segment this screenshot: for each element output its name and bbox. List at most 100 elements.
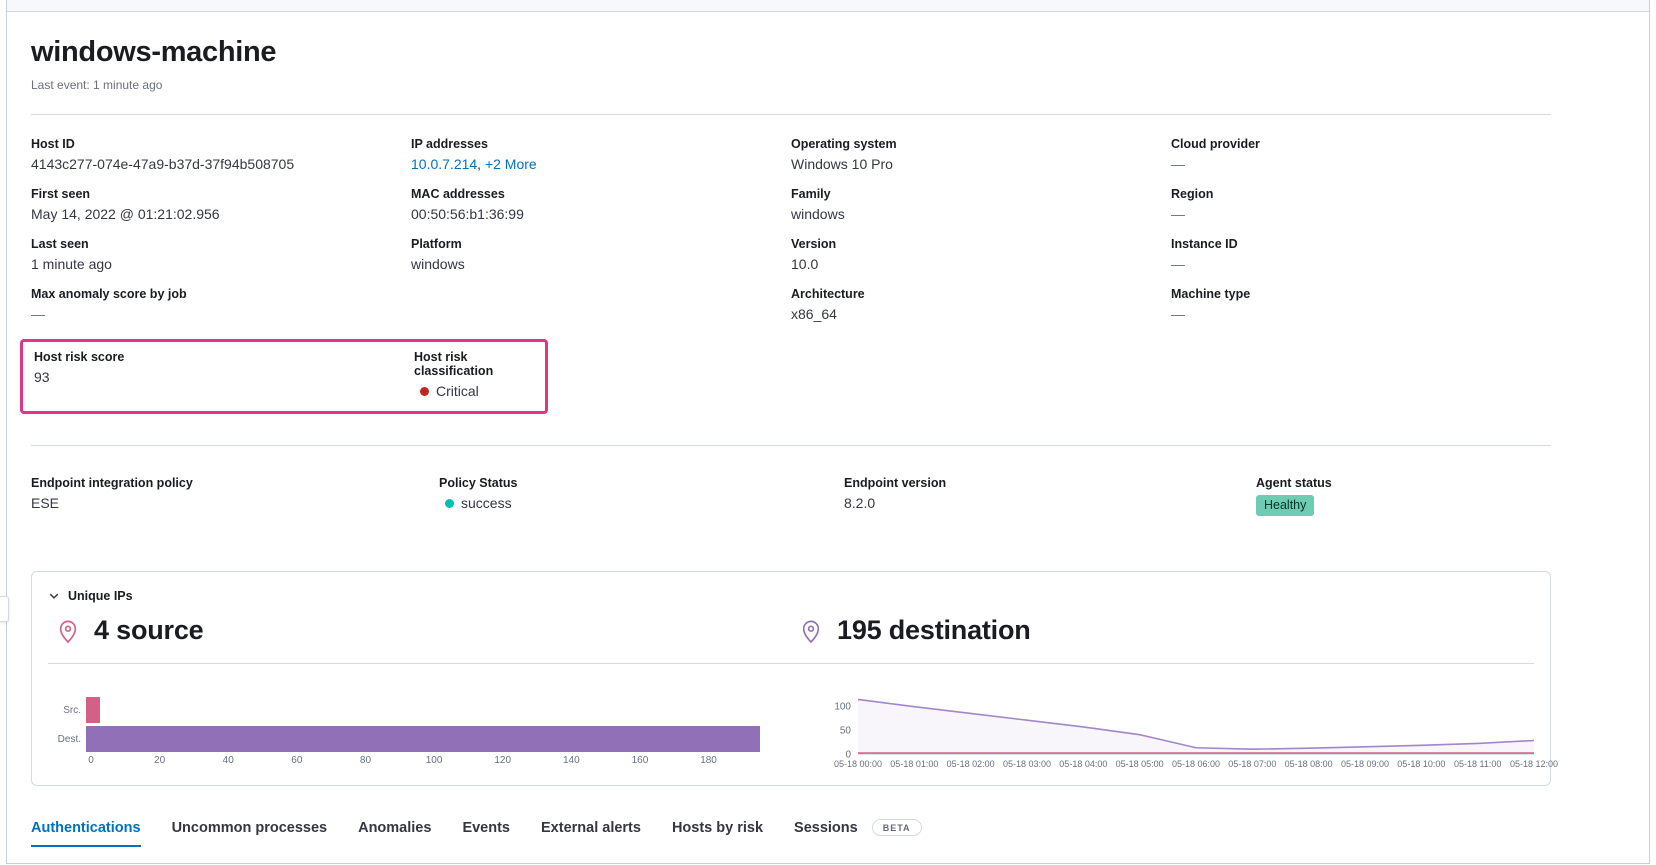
field-label: Host risk score [34, 350, 414, 364]
field-value: — [1171, 306, 1551, 322]
field-value: — [1171, 256, 1551, 272]
y-axis-tick: 100 [834, 701, 851, 712]
endpoint-version-value: 8.2.0 [844, 495, 1256, 511]
overview-field: MAC addresses00:50:56:b1:36:99 [411, 187, 791, 222]
x-axis-tick: 40 [223, 755, 234, 766]
section-title: Unique IPs [68, 589, 133, 603]
overview-field: Operating system Windows 10 Pro [791, 137, 1171, 172]
host-risk-score-value: 93 [34, 369, 414, 385]
panel-divider [48, 663, 1534, 664]
destination-stat-text: 195 destination [837, 615, 1031, 646]
time-axis-label: 05-18 08:00 [1285, 759, 1333, 769]
line-y-axis: 100500 [822, 697, 858, 755]
field-label: IP addresses [411, 137, 791, 151]
timeline-flyout-handle[interactable] [0, 596, 9, 622]
tab-events[interactable]: Events [462, 820, 510, 847]
overview-field: Host ID4143c277-074e-47a9-b37d-37f94b508… [31, 137, 411, 172]
map-pin-icon [57, 618, 79, 644]
field-label: Family [791, 187, 1171, 201]
field-label: Instance ID [1171, 237, 1551, 251]
field-label: Max anomaly score by job [31, 287, 411, 301]
chevron-down-icon [48, 590, 60, 602]
overview-column: Host ID4143c277-074e-47a9-b37d-37f94b508… [31, 137, 411, 337]
field-label: Architecture [791, 287, 1171, 301]
ip-address-link[interactable]: +2 More [485, 156, 537, 172]
success-dot-icon [445, 499, 454, 508]
overview-field: Machine type — [1171, 287, 1551, 322]
tab-sessions[interactable]: SessionsBETA [794, 819, 922, 847]
tab-authentications[interactable]: Authentications [31, 820, 141, 847]
policy-status-field: Policy Status success [439, 476, 844, 516]
endpoint-version-field: Endpoint version 8.2.0 [844, 476, 1256, 516]
field-value: windows [791, 206, 1171, 222]
x-axis-tick: 140 [563, 755, 580, 766]
x-axis-tick: 180 [700, 755, 717, 766]
classification-text: Critical [436, 383, 479, 399]
bar-segment [86, 726, 760, 752]
x-axis-tick: 0 [88, 755, 94, 766]
overview-field: Region— [1171, 187, 1551, 222]
healthy-status-badge: Healthy [1256, 495, 1314, 516]
destination-label: destination [889, 615, 1031, 645]
x-axis-tick: 20 [154, 755, 165, 766]
x-axis-tick: 60 [291, 755, 302, 766]
field-value: x86_64 [791, 306, 1171, 322]
unique-destination-ips-stat: 195 destination [791, 615, 1534, 646]
time-axis-label: 05-18 06:00 [1172, 759, 1220, 769]
overview-column: IP addresses 10.0.7.214, +2 More MAC addre… [411, 137, 791, 337]
time-axis-label: 05-18 11:00 [1454, 759, 1501, 769]
tab-label: Sessions [794, 820, 858, 836]
overview-column: Operating system Windows 10 Pro Family wind… [791, 137, 1171, 337]
last-event-text: Last event: 1 minute ago [31, 78, 1551, 92]
time-axis-label: 05-18 02:00 [947, 759, 995, 769]
page-title: windows-machine [31, 36, 1551, 69]
unique-ips-stats: 4 source 195 destination [48, 615, 1534, 646]
overview-field: Instance ID — [1171, 237, 1551, 272]
field-value: — [1171, 206, 1551, 222]
tab-uncommon-processes[interactable]: Uncommon processes [172, 820, 328, 847]
field-value: 1 minute ago [31, 256, 411, 272]
endpoint-info-row: Endpoint integration policy ESE Policy S… [31, 476, 1551, 531]
bar-category-label: Dest. [48, 734, 86, 745]
bar-rows: Src. Dest. [48, 697, 760, 752]
field-label: Cloud provider [1171, 137, 1551, 151]
field-text: , [477, 156, 485, 172]
field-label: Platform [411, 237, 791, 251]
tab-label: External alerts [541, 820, 641, 836]
overview-field: Max anomaly score by job— [31, 287, 411, 322]
time-axis-label: 05-18 00:00 [834, 759, 882, 769]
bar-category-label: Src. [48, 705, 86, 716]
field-label: Machine type [1171, 287, 1551, 301]
map-pin-icon [800, 618, 822, 644]
tab-label: Anomalies [358, 820, 431, 836]
field-label: Operating system [791, 137, 1171, 151]
field-value: — [1171, 156, 1551, 172]
endpoint-divider [31, 445, 1551, 446]
tab-anomalies[interactable]: Anomalies [358, 820, 431, 847]
x-axis-tick: 100 [426, 755, 443, 766]
line-time-axis: 05-18 00:0005-18 01:0005-18 02:0005-18 0… [858, 759, 1534, 771]
top-chrome-strip [7, 0, 1649, 12]
line-plot-area: 05-18 00:0005-18 01:0005-18 02:0005-18 0… [858, 697, 1534, 771]
line-series-svg [858, 697, 1534, 755]
ip-address-link[interactable]: 10.0.7.214 [411, 156, 477, 172]
tab-label: Authentications [31, 820, 141, 836]
endpoint-policy-value: ESE [31, 495, 439, 511]
overview-field: Cloud provider — [1171, 137, 1551, 172]
field-label: Version [791, 237, 1171, 251]
field-value: Windows 10 Pro [791, 156, 1171, 172]
unique-ips-header[interactable]: Unique IPs [48, 589, 1534, 603]
unique-source-ips-stat: 4 source [48, 615, 791, 646]
field-label: Host risk classification [414, 350, 545, 378]
bar-row: Src. [48, 697, 760, 723]
field-label: First seen [31, 187, 411, 201]
overview-column: Cloud provider—Region—Instance ID—Machin… [1171, 137, 1551, 337]
overview-field: Last seen1 minute ago [31, 237, 411, 272]
time-axis-label: 05-18 03:00 [1003, 759, 1051, 769]
page-content: windows-machine Last event: 1 minute ago… [7, 36, 1551, 847]
tab-external-alerts[interactable]: External alerts [541, 820, 641, 847]
overview-field: Version10.0 [791, 237, 1171, 272]
tab-hosts-by-risk[interactable]: Hosts by risk [672, 820, 763, 847]
overview-field: Architecture x86_64 [791, 287, 1171, 322]
field-value: windows [411, 256, 791, 272]
